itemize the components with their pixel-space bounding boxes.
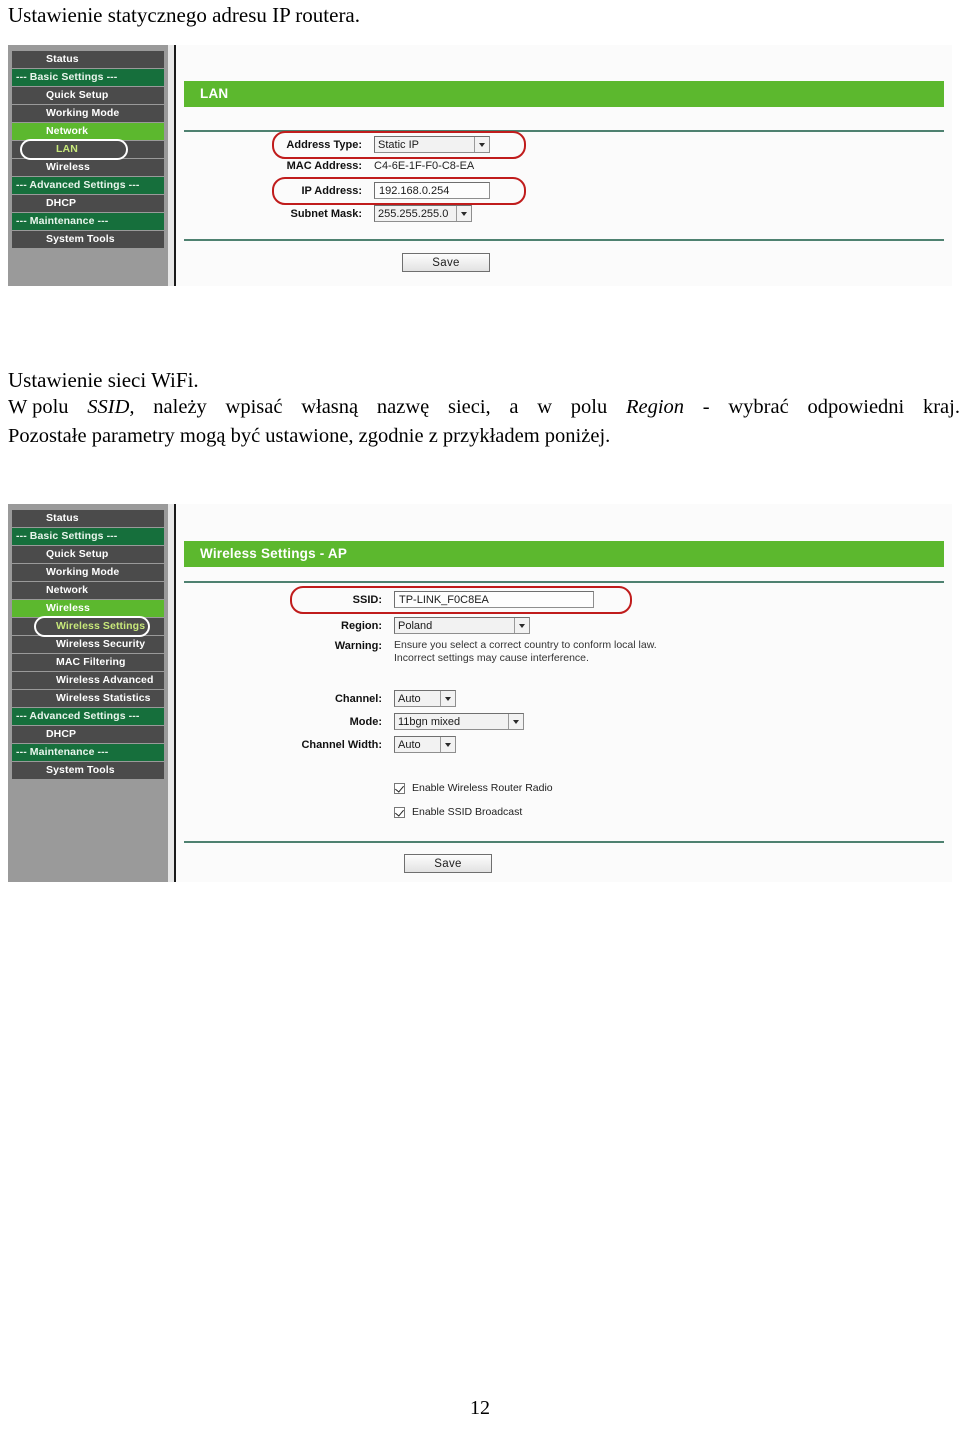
wireless-save-button[interactable]: Save <box>404 854 492 873</box>
paragraph-line-1: W polu SSID, należy wpisać własną nazwę … <box>8 393 960 422</box>
mode-select[interactable]: 11bgn mixed <box>394 713 524 730</box>
chevron-down-icon <box>508 714 523 729</box>
region-emphasis: Region <box>625 396 685 418</box>
field-mode: Mode: 11bgn mixed <box>296 713 524 730</box>
section-heading-wifi: Ustawienie sieci WiFi. <box>8 368 199 392</box>
sidebar-scroll-gutter[interactable] <box>168 45 176 286</box>
field-region: Region: Poland <box>296 617 530 634</box>
address-type-label: Address Type: <box>286 138 362 151</box>
subnet-mask-label: Subnet Mask: <box>290 207 362 220</box>
field-subnet-mask: Subnet Mask: 255.255.255.0 <box>276 205 472 222</box>
checkbox-icon[interactable] <box>394 782 405 794</box>
lan-sidebar-menu: Status --- Basic Settings --- Quick Setu… <box>12 51 164 248</box>
sidebar-item-status[interactable]: Status <box>12 510 164 527</box>
sidebar-section-basic-settings: --- Basic Settings --- <box>12 69 164 86</box>
sidebar-item-dhcp[interactable]: DHCP <box>12 195 164 212</box>
chevron-down-icon <box>440 691 455 706</box>
wireless-title-bar: Wireless Settings - AP <box>184 541 944 567</box>
lan-sidebar: Status --- Basic Settings --- Quick Setu… <box>8 45 168 286</box>
chevron-down-icon <box>514 618 529 633</box>
ssid-label: SSID: <box>352 593 382 606</box>
sidebar-scroll-gutter[interactable] <box>168 504 176 882</box>
router-screenshot-lan: Status --- Basic Settings --- Quick Setu… <box>8 45 952 286</box>
sidebar-section-maintenance: --- Maintenance --- <box>12 744 164 761</box>
field-ip-address: IP Address: 192.168.0.254 <box>276 182 490 199</box>
wireless-sidebar-menu: Status --- Basic Settings --- Quick Setu… <box>12 510 164 779</box>
sidebar-section-advanced-settings: --- Advanced Settings --- <box>12 177 164 194</box>
channel-select[interactable]: Auto <box>394 690 456 707</box>
sidebar-item-wireless[interactable]: Wireless <box>12 600 164 617</box>
paragraph-line-2: Pozostałe parametry mogą być ustawione, … <box>8 425 611 447</box>
sidebar-item-mac-filtering[interactable]: MAC Filtering <box>12 654 164 671</box>
checkbox-enable-ssid-broadcast[interactable]: Enable SSID Broadcast <box>394 806 522 818</box>
sidebar-section-maintenance: --- Maintenance --- <box>12 213 164 230</box>
sidebar-item-wireless-statistics[interactable]: Wireless Statistics <box>12 690 164 707</box>
sidebar-item-wireless-settings[interactable]: Wireless Settings <box>12 618 164 635</box>
chevron-down-icon <box>440 737 455 752</box>
sidebar-section-advanced-settings: --- Advanced Settings --- <box>12 708 164 725</box>
sidebar-item-working-mode[interactable]: Working Mode <box>12 105 164 122</box>
sidebar-item-wireless[interactable]: Wireless <box>12 159 164 176</box>
field-channel-width: Channel Width: Auto <box>276 736 456 753</box>
sidebar-item-status[interactable]: Status <box>12 51 164 68</box>
region-label: Region: <box>341 619 382 632</box>
subnet-mask-select[interactable]: 255.255.255.0 <box>374 205 472 222</box>
lan-save-button[interactable]: Save <box>402 253 490 272</box>
paragraph-wifi: W polu SSID, należy wpisać własną nazwę … <box>8 393 960 451</box>
page-title: Ustawienie statycznego adresu IP routera… <box>8 3 361 27</box>
lan-content-pane: LAN Address Type: Static IP MAC Address:… <box>176 45 952 286</box>
mac-address-label: MAC Address: <box>286 160 362 172</box>
wireless-content-pane: Wireless Settings - AP SSID: TP-LINK_F0C… <box>176 504 952 882</box>
ssid-emphasis: SSID, <box>87 396 135 418</box>
warning-line-1: Ensure you select a correct country to c… <box>394 639 657 651</box>
wireless-rule-top <box>184 581 944 583</box>
channel-width-select[interactable]: Auto <box>394 736 456 753</box>
lan-rule-bottom <box>184 239 944 241</box>
mode-label: Mode: <box>349 715 382 728</box>
region-select[interactable]: Poland <box>394 617 530 634</box>
warning-line-2: Incorrect settings may cause interferenc… <box>394 652 589 664</box>
ip-address-label: IP Address: <box>301 184 362 197</box>
channel-label: Channel: <box>334 692 382 705</box>
ssid-input[interactable]: TP-LINK_F0C8EA <box>394 591 594 608</box>
checkbox-label: Enable SSID Broadcast <box>412 806 523 818</box>
field-channel: Channel: Auto <box>296 690 456 707</box>
sidebar-item-working-mode[interactable]: Working Mode <box>12 564 164 581</box>
sidebar-item-system-tools[interactable]: System Tools <box>12 762 164 779</box>
sidebar-item-quick-setup[interactable]: Quick Setup <box>12 546 164 563</box>
sidebar-item-network[interactable]: Network <box>12 123 164 140</box>
ip-address-input[interactable]: 192.168.0.254 <box>374 182 490 199</box>
sidebar-section-basic-settings: --- Basic Settings --- <box>12 528 164 545</box>
address-type-select[interactable]: Static IP <box>374 136 490 153</box>
page-number: 12 <box>470 1397 490 1419</box>
chevron-down-icon <box>474 137 489 152</box>
channel-width-label: Channel Width: <box>301 738 382 751</box>
wireless-rule-bottom <box>184 841 944 843</box>
router-screenshot-wireless: Status --- Basic Settings --- Quick Setu… <box>8 504 952 882</box>
field-mac-address: MAC Address: C4-6E-1F-F0-C8-EA <box>276 160 475 172</box>
checkbox-enable-wireless-router-radio[interactable]: Enable Wireless Router Radio <box>394 782 553 794</box>
checkbox-icon[interactable] <box>394 806 405 818</box>
checkbox-label: Enable Wireless Router Radio <box>412 782 553 794</box>
sidebar-item-wireless-advanced[interactable]: Wireless Advanced <box>12 672 164 689</box>
field-address-type: Address Type: Static IP <box>276 136 490 153</box>
sidebar-item-system-tools[interactable]: System Tools <box>12 231 164 248</box>
chevron-down-icon <box>456 206 471 221</box>
sidebar-item-dhcp[interactable]: DHCP <box>12 726 164 743</box>
mac-address-value: C4-6E-1F-F0-C8-EA <box>374 160 475 172</box>
sidebar-item-quick-setup[interactable]: Quick Setup <box>12 87 164 104</box>
sidebar-item-lan[interactable]: LAN <box>12 141 164 158</box>
lan-rule-top <box>184 130 944 132</box>
sidebar-item-network[interactable]: Network <box>12 582 164 599</box>
warning-label: Warning: <box>334 640 382 652</box>
field-ssid: SSID: TP-LINK_F0C8EA <box>296 591 594 608</box>
sidebar-item-wireless-security[interactable]: Wireless Security <box>12 636 164 653</box>
wireless-sidebar: Status --- Basic Settings --- Quick Setu… <box>8 504 168 882</box>
lan-title-bar: LAN <box>184 81 944 107</box>
